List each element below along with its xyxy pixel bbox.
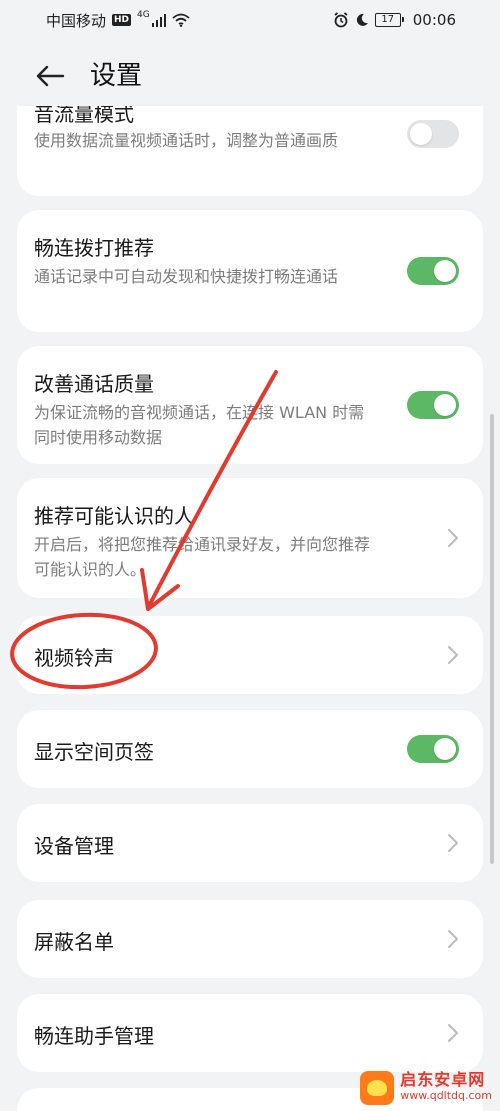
changlian-recommend-toggle[interactable]: [407, 257, 459, 285]
chevron-right-icon: [448, 529, 458, 547]
toggle-knob: [434, 260, 456, 282]
back-button[interactable]: [30, 60, 70, 92]
watermark-text: 启东安卓网 www.qdltdq.com: [400, 1072, 492, 1104]
data-mode-toggle[interactable]: [407, 120, 459, 148]
signal-icon: [151, 13, 166, 27]
setting-device-management[interactable]: 设备管理: [17, 804, 483, 882]
setting-description: 通话记录中可自动发现和快捷拨打畅连通话: [34, 267, 339, 286]
watermark-logo-icon: [360, 1071, 395, 1105]
setting-show-space-tab[interactable]: 显示空间页签: [17, 710, 483, 788]
moon-icon: [356, 13, 368, 26]
call-quality-toggle[interactable]: [407, 391, 459, 419]
status-bar: 中国移动 HD 4G 17 00:06: [0, 0, 500, 40]
wifi-icon: [172, 13, 190, 27]
setting-title: 改善通话质量: [34, 372, 154, 396]
page-title: 设置: [90, 61, 143, 91]
toggle-knob: [434, 738, 456, 760]
scrollbar[interactable]: [490, 414, 494, 864]
setting-title: 显示空间页签: [34, 740, 154, 764]
status-right: 17 00:06: [333, 11, 456, 29]
setting-description: 开启后，将把您推荐给通讯录好友，并向您推荐可能认识的人。: [34, 535, 371, 579]
setting-changlian-recommend[interactable]: 畅连拨打推荐 通话记录中可自动发现和快捷拨打畅连通话: [17, 210, 483, 332]
setting-call-quality[interactable]: 改善通话质量 为保证流畅的音视频通话，在连接 WLAN 时需同时使用移动数据: [17, 346, 483, 464]
setting-title: 视频铃声: [34, 646, 114, 670]
setting-title: 畅连拨打推荐: [34, 236, 154, 260]
space-tab-toggle[interactable]: [407, 735, 459, 763]
status-left: 中国移动 HD 4G: [46, 10, 190, 31]
toggle-knob: [434, 394, 456, 416]
setting-description: 使用数据流量视频通话时，调整为普通画质: [34, 131, 339, 150]
alarm-icon: [334, 12, 348, 28]
chevron-right-icon: [448, 646, 458, 664]
carrier-name: 中国移动: [46, 11, 107, 30]
setting-video-ringtone[interactable]: 视频铃声: [17, 616, 483, 694]
setting-title: 设备管理: [34, 834, 114, 858]
setting-title: 音流量模式: [34, 106, 134, 126]
chevron-right-icon: [448, 1024, 458, 1042]
arrow-left-icon: [36, 65, 65, 87]
battery-level: 17: [381, 14, 395, 25]
clock-time: 00:06: [412, 11, 456, 29]
watermark: 启东安卓网 www.qdltdq.com: [360, 1071, 492, 1105]
settings-list[interactable]: 音流量模式 使用数据流量视频通话时，调整为普通画质 畅连拨打推荐 通话记录中可自…: [0, 106, 500, 1111]
setting-recommend-people[interactable]: 推荐可能认识的人 开启后，将把您推荐给通讯录好友，并向您推荐可能认识的人。: [17, 478, 483, 598]
setting-description: 为保证流畅的音视频通话，在连接 WLAN 时需同时使用移动数据: [34, 403, 365, 447]
setting-assistant-management[interactable]: 畅连助手管理: [17, 994, 483, 1072]
chevron-right-icon: [448, 930, 458, 948]
toggle-knob: [410, 123, 432, 145]
setting-title: 屏蔽名单: [34, 930, 114, 954]
hd-icon: HD: [112, 14, 132, 26]
setting-title: 畅连助手管理: [34, 1024, 154, 1048]
battery-icon: 17: [374, 13, 404, 27]
setting-block-list[interactable]: 屏蔽名单: [17, 900, 483, 978]
network-type: 4G: [137, 10, 150, 20]
page-header: 设置: [0, 48, 500, 104]
setting-data-mode[interactable]: 音流量模式 使用数据流量视频通话时，调整为普通画质: [17, 106, 483, 196]
setting-title: 推荐可能认识的人: [34, 504, 194, 528]
watermark-name: 启东安卓网: [400, 1070, 486, 1089]
watermark-url: www.qdltdq.com: [400, 1089, 492, 1102]
chevron-right-icon: [448, 834, 458, 852]
